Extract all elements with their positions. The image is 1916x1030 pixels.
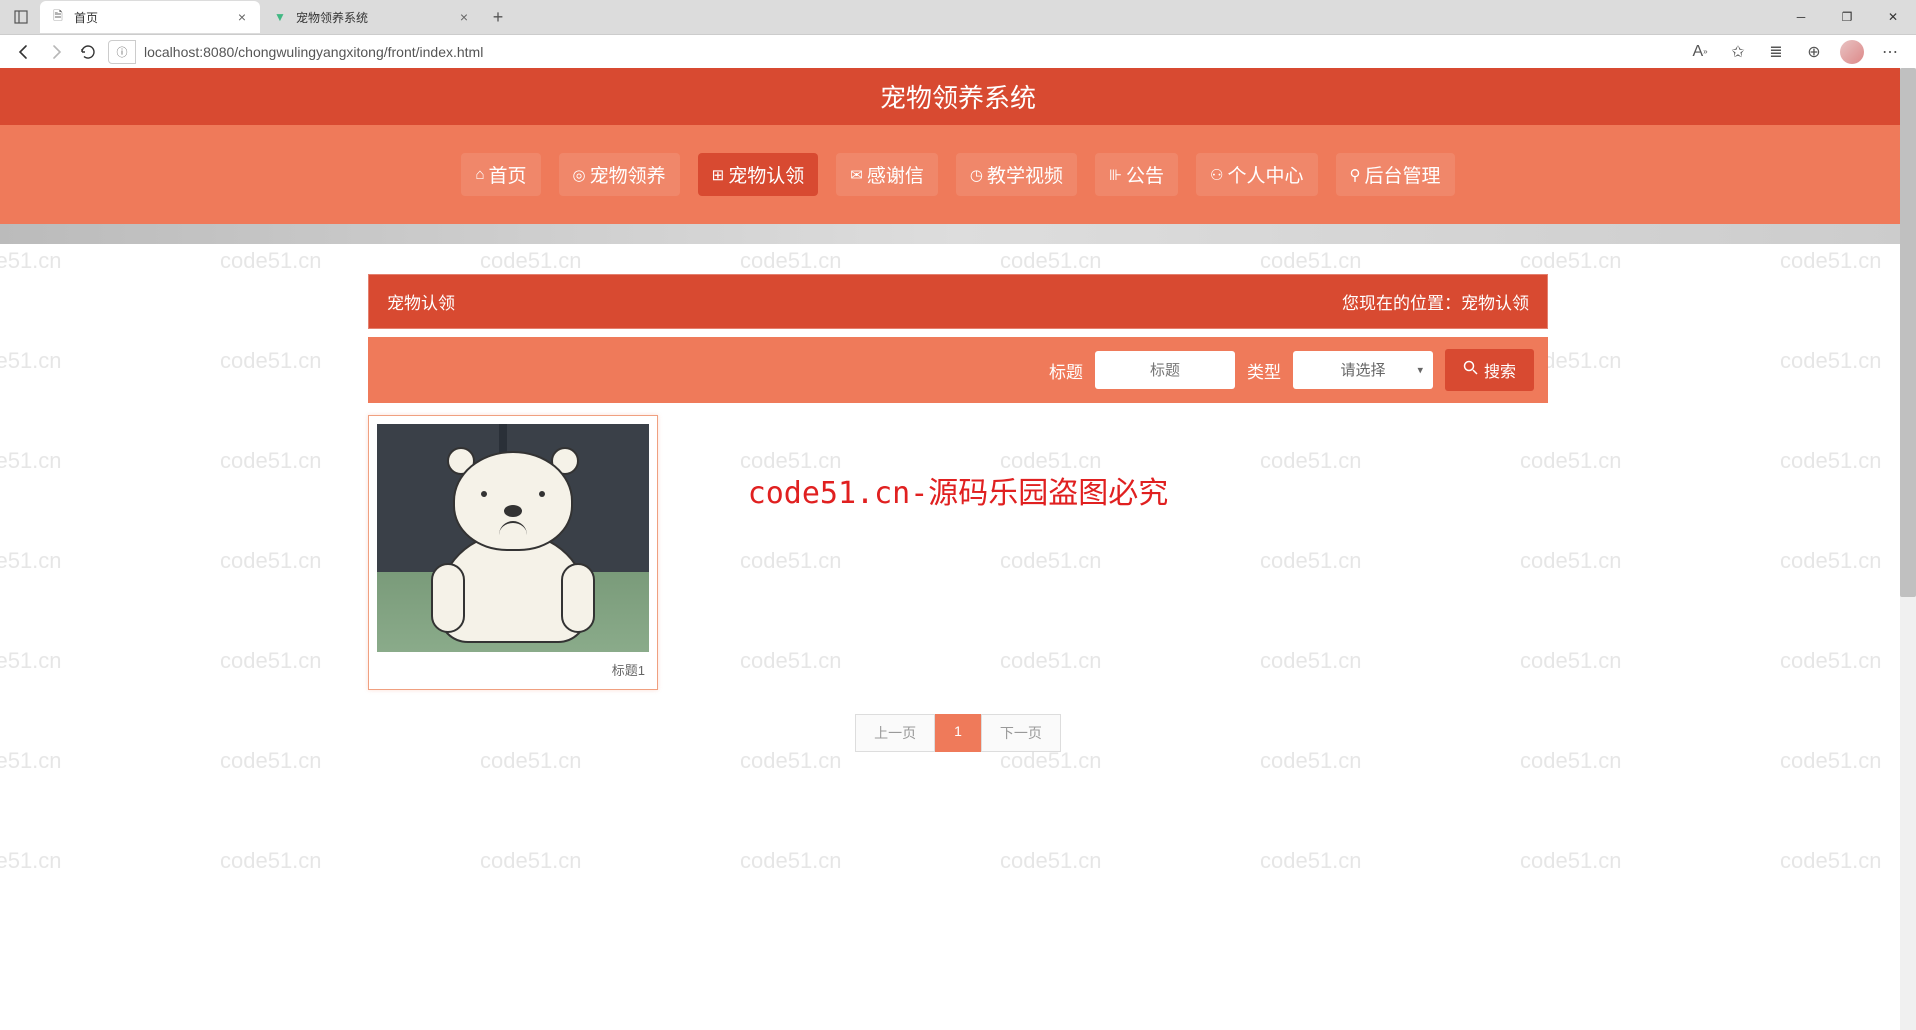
nav-icon: ◷ (970, 166, 983, 184)
pagination: 上一页 1 下一页 (368, 714, 1548, 752)
watermark-notice: code51.cn-源码乐园盗图必究 (748, 468, 1169, 512)
hero-image-strip (0, 224, 1916, 244)
page-icon: 🗎 (50, 9, 66, 25)
nav-item-3[interactable]: ✉感谢信 (836, 153, 938, 196)
prev-page-button[interactable]: 上一页 (855, 714, 935, 752)
card-grid: 标题1 (368, 415, 1548, 690)
browser-chrome: 🗎 首页 × ▼ 宠物领养系统 × + ─ ❐ ✕ ⓘ A» ✩ (0, 0, 1916, 68)
tab-bar: 🗎 首页 × ▼ 宠物领养系统 × + ─ ❐ ✕ (0, 0, 1916, 34)
nav-label: 教学视频 (987, 161, 1063, 188)
nav-item-6[interactable]: ⚇ 个人中心 (1196, 153, 1317, 196)
address-input[interactable] (136, 40, 1682, 64)
new-tab-button[interactable]: + (484, 3, 512, 31)
collections-icon[interactable]: ⊕ (1796, 38, 1832, 66)
search-button[interactable]: 搜索 (1445, 349, 1534, 391)
forward-button[interactable] (40, 38, 72, 66)
nav-icon: ⊞ (712, 166, 725, 184)
url-bar: ⓘ A» ✩ ≣ ⊕ ⋯ (0, 34, 1916, 68)
page-content: 宠物领养系统 ⌂首页◎宠物领养⊞宠物认领✉感谢信◷教学视频⊪公告⚇个人中心⚲后台… (0, 68, 1916, 1030)
tab-title: 首页 (74, 9, 234, 26)
nav-label: 宠物认领 (728, 161, 804, 188)
nav-item-5[interactable]: ⊪公告 (1095, 153, 1178, 196)
nav-label: 后台管理 (1365, 161, 1441, 188)
site-info-icon[interactable]: ⓘ (108, 40, 136, 64)
minimize-button[interactable]: ─ (1778, 1, 1824, 33)
pet-image (377, 424, 649, 652)
nav-label: 公告 (1126, 161, 1164, 188)
window-controls: ─ ❐ ✕ (1778, 1, 1916, 33)
section-title: 宠物认领 (387, 289, 455, 314)
page-title: 宠物领养系统 (0, 68, 1916, 125)
nav-icon: ✉ (850, 166, 863, 184)
title-input[interactable] (1095, 351, 1235, 389)
nav-item-0[interactable]: ⌂ 首页 (461, 153, 540, 196)
close-window-button[interactable]: ✕ (1870, 1, 1916, 33)
nav-item-4[interactable]: ◷教学视频 (956, 153, 1077, 196)
back-button[interactable] (8, 38, 40, 66)
refresh-button[interactable] (72, 38, 104, 66)
scrollbar[interactable] (1900, 68, 1916, 1030)
profile-button[interactable] (1834, 38, 1870, 66)
nav-label: 感谢信 (867, 161, 924, 188)
vue-icon: ▼ (272, 9, 288, 25)
title-label: 标题 (1049, 358, 1083, 383)
nav-label: 个人中心 (1228, 161, 1304, 188)
scrollbar-thumb[interactable] (1900, 68, 1916, 597)
nav-item-1[interactable]: ◎宠物领养 (559, 153, 680, 196)
nav-icon: ⌂ (475, 166, 484, 183)
page-number-current[interactable]: 1 (935, 714, 981, 752)
breadcrumb: 宠物认领 您现在的位置：宠物认领 (368, 274, 1548, 329)
card-caption: 标题1 (377, 652, 649, 681)
maximize-button[interactable]: ❐ (1824, 1, 1870, 33)
type-select[interactable]: 请选择 (1293, 351, 1433, 389)
nav-icon: ◎ (573, 166, 586, 184)
search-bar: 标题 类型 请选择 ▾ 搜索 (368, 337, 1548, 403)
favorites-bar-icon[interactable]: ≣ (1758, 38, 1794, 66)
favorite-icon[interactable]: ✩ (1720, 38, 1756, 66)
breadcrumb-location: 您现在的位置：宠物认领 (1342, 289, 1529, 314)
nav-item-7[interactable]: ⚲后台管理 (1336, 153, 1455, 196)
nav-icon: ⚇ (1210, 166, 1223, 184)
tab-title: 宠物领养系统 (296, 9, 456, 26)
browser-tab-active[interactable]: 🗎 首页 × (40, 1, 260, 33)
nav-label: 宠物领养 (590, 161, 666, 188)
menu-button[interactable]: ⋯ (1872, 38, 1908, 66)
nav-label: 首页 (489, 161, 527, 188)
next-page-button[interactable]: 下一页 (981, 714, 1061, 752)
nav-icon: ⚲ (1350, 166, 1361, 184)
browser-tab-inactive[interactable]: ▼ 宠物领养系统 × (262, 1, 482, 33)
pet-card[interactable]: 标题1 (368, 415, 658, 690)
close-icon[interactable]: × (234, 9, 250, 25)
type-label: 类型 (1247, 358, 1281, 383)
nav-item-2[interactable]: ⊞宠物认领 (698, 153, 819, 196)
search-icon (1463, 360, 1478, 380)
read-aloud-icon[interactable]: A» (1682, 38, 1718, 66)
close-icon[interactable]: × (456, 9, 472, 25)
tab-panel-button[interactable] (6, 3, 36, 31)
nav-icon: ⊪ (1109, 166, 1122, 184)
main-nav: ⌂ 首页 ◎宠物领养 ⊞宠物认领 ✉感谢信 ◷教学视频 ⊪公告 ⚇ 个人中心 ⚲后台管理 (0, 125, 1916, 224)
